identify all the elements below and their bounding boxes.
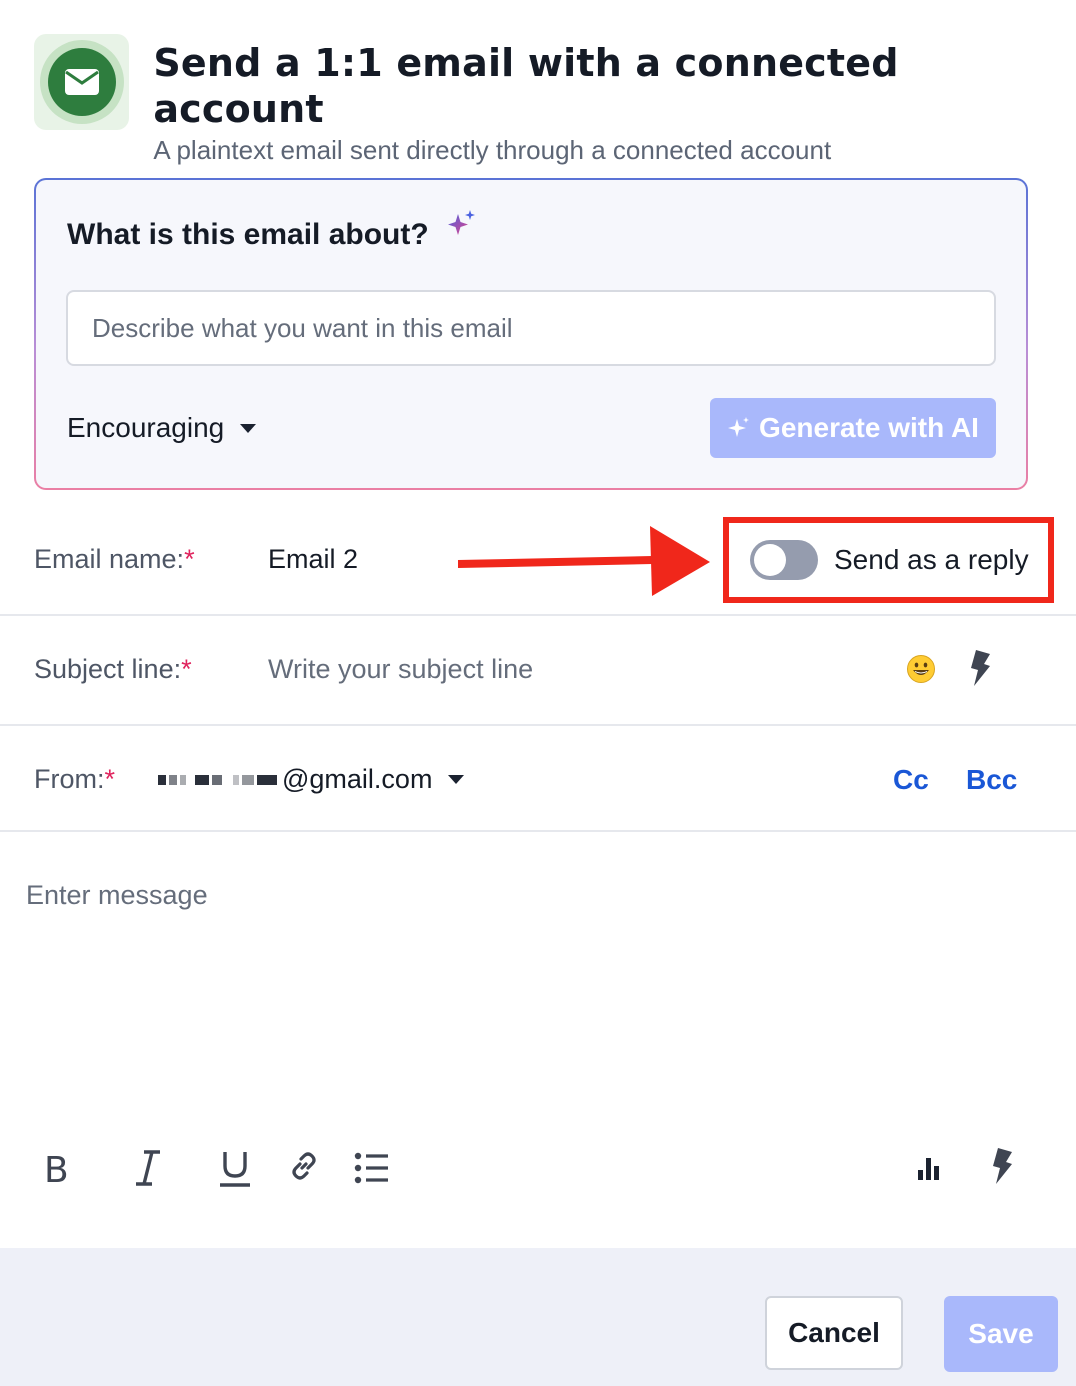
cancel-button[interactable]: Cancel [765,1296,903,1370]
italic-icon[interactable] [132,1148,164,1188]
toggle-knob [754,544,786,576]
subject-row: Subject line:* [0,616,1076,726]
from-row: From:* @gmail.com Cc Bcc [0,726,1076,832]
ai-assist-panel: What is this email about? Encouraging Ge… [34,178,1028,490]
lightning-bolt-icon[interactable] [990,1148,1014,1184]
save-button[interactable]: Save [944,1296,1058,1372]
emoji-icon[interactable] [906,654,936,684]
ai-prompt-input[interactable] [66,290,996,366]
annotation-arrow [458,526,710,596]
underline-icon[interactable] [218,1148,252,1188]
page-subtitle: A plaintext email sent directly through … [153,135,832,165]
caret-down-icon [240,423,257,433]
modal-header: Send a 1:1 email with a connected accoun… [34,34,1076,166]
bcc-link[interactable]: Bcc [966,764,1017,796]
caret-down-icon [448,775,465,784]
generate-with-ai-button[interactable]: Generate with AI [710,398,996,458]
from-email-domain: @gmail.com [282,764,433,794]
subject-input[interactable] [268,646,868,692]
send-as-reply-toggle[interactable] [750,540,818,580]
page-title: Send a 1:1 email with a connected accoun… [153,41,899,131]
sparkle-icon [448,210,475,235]
envelope-icon [64,69,99,95]
bar-chart-icon[interactable] [916,1154,942,1182]
cc-link[interactable]: Cc [893,764,929,796]
modal-footer: Cancel Save [0,1248,1076,1386]
subject-label: Subject line:* [34,654,192,684]
redacted-email-username [158,774,280,785]
bold-button[interactable]: B [44,1150,69,1191]
message-body-input[interactable] [0,880,1076,1120]
link-icon[interactable] [288,1150,320,1182]
tone-selected-label: Encouraging [67,412,225,443]
ai-question-heading: What is this email about? [67,218,429,251]
send-as-reply-label: Send as a reply [834,544,1029,575]
generate-label: Generate with AI [759,412,979,443]
email-name-label: Email name:* [34,544,195,574]
lightning-bolt-icon[interactable] [968,650,992,686]
tone-dropdown[interactable]: Encouraging [67,412,257,444]
from-label: From:* [34,764,116,794]
sparkle-icon [728,417,750,437]
from-account-dropdown[interactable]: @gmail.com [158,764,465,795]
bullet-list-icon[interactable] [354,1148,390,1188]
email-name-value[interactable]: Email 2 [268,544,358,575]
app-icon-tile [34,34,130,130]
